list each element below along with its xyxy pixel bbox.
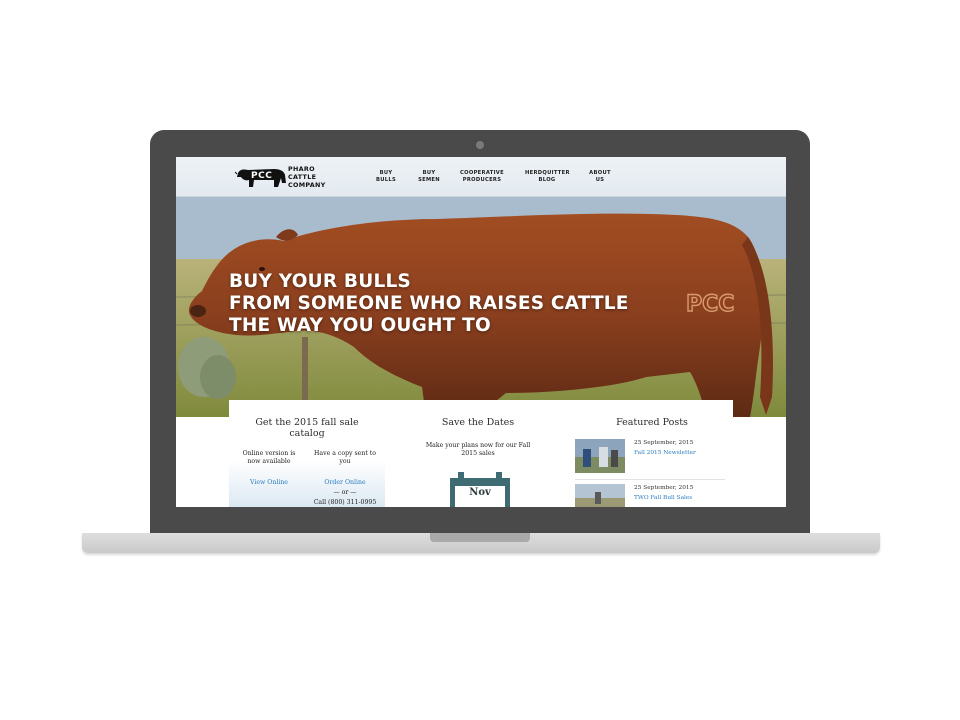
post-item: 25 September, 2015 TWO Fall Bull Sales <box>575 484 733 507</box>
logo-line: PHARO <box>288 165 315 173</box>
catalog-title: Get the 2015 fall sale catalog <box>255 417 359 439</box>
save-dates-text: Make your plans now for our Fall 2015 sa… <box>425 442 531 457</box>
content-card: Get the 2015 fall sale catalog Online ve… <box>229 400 733 507</box>
logo-line: CATTLE <box>288 173 317 181</box>
laptop-notch <box>430 533 530 542</box>
post-date: 25 September, 2015 <box>634 440 694 446</box>
catalog-panel: Get the 2015 fall sale catalog Online ve… <box>229 400 385 507</box>
post-link[interactable]: TWO Fall Bull Sales <box>634 495 692 501</box>
post-thumbnail[interactable] <box>575 439 625 473</box>
post-thumbnail[interactable] <box>575 484 625 507</box>
laptop-screen: PCC PHARO CATTLE COMPANY BUY BULLS BUY S… <box>176 157 786 507</box>
nav-buy-semen[interactable]: BUY SEMEN <box>416 170 442 183</box>
nav-about-us[interactable]: ABOUT US <box>587 170 613 183</box>
hero-line: BUY YOUR BULLS <box>229 271 411 292</box>
logo-wordmark: PHARO CATTLE COMPANY <box>288 165 348 189</box>
post-date: 25 September, 2015 <box>634 485 694 491</box>
call-phone-text: Call (800) 311-0995 <box>313 499 377 506</box>
order-online-link[interactable]: Order Online <box>313 479 377 487</box>
brand-mark: PCC <box>686 292 734 317</box>
logo-line: COMPANY <box>288 181 326 189</box>
hero-banner: PCC BUY YOUR BULLS FROM SOMEONE WHO RAIS… <box>176 197 786 417</box>
hero-headline: BUY YOUR BULLS FROM SOMEONE WHO RAISES C… <box>229 271 649 337</box>
post-item: 25 September, 2015 Fall 2015 Newsletter <box>575 439 733 475</box>
post-thumbnail-image <box>575 439 625 473</box>
webcam-icon <box>476 141 484 149</box>
nav-cooperative-producers[interactable]: COOPERATIVE PRODUCERS <box>459 170 505 183</box>
nav-label: COOPERATIVE <box>460 170 504 176</box>
hero-line: FROM SOMEONE WHO RAISES CATTLE <box>229 293 629 314</box>
site-header: PCC PHARO CATTLE COMPANY BUY BULLS BUY S… <box>176 157 786 197</box>
hero-line: THE WAY YOU OUGHT TO <box>229 315 491 336</box>
nav-buy-bulls[interactable]: BUY BULLS <box>375 170 397 183</box>
online-version-text: Online version is now available <box>242 450 296 465</box>
logo-initials: PCC <box>251 171 273 181</box>
view-online-link[interactable]: View Online <box>239 479 299 487</box>
post-thumbnail-image <box>575 484 625 507</box>
nav-label: US <box>595 176 605 183</box>
nav-label: PRODUCERS <box>462 176 502 183</box>
mail-copy-text: Have a copy sent to you <box>314 450 376 465</box>
post-link[interactable]: Fall 2015 Newsletter <box>634 450 696 456</box>
nav-label: ABOUT <box>589 170 611 176</box>
featured-posts-title: Featured Posts <box>616 417 688 428</box>
nav-herdquitter-blog[interactable]: HERDQUITTER BLOG <box>525 170 569 183</box>
post-divider <box>575 479 725 480</box>
nav-label: SEMEN <box>418 176 440 183</box>
nav-label: BULLS <box>375 176 396 183</box>
nav-label: BLOG <box>538 176 556 183</box>
calendar-icon[interactable]: Nov <box>450 472 510 507</box>
or-separator: — or — <box>333 489 357 496</box>
save-dates-title: Save the Dates <box>441 417 515 428</box>
nav-label: HERDQUITTER <box>525 170 570 176</box>
calendar-month: Nov <box>469 487 491 498</box>
